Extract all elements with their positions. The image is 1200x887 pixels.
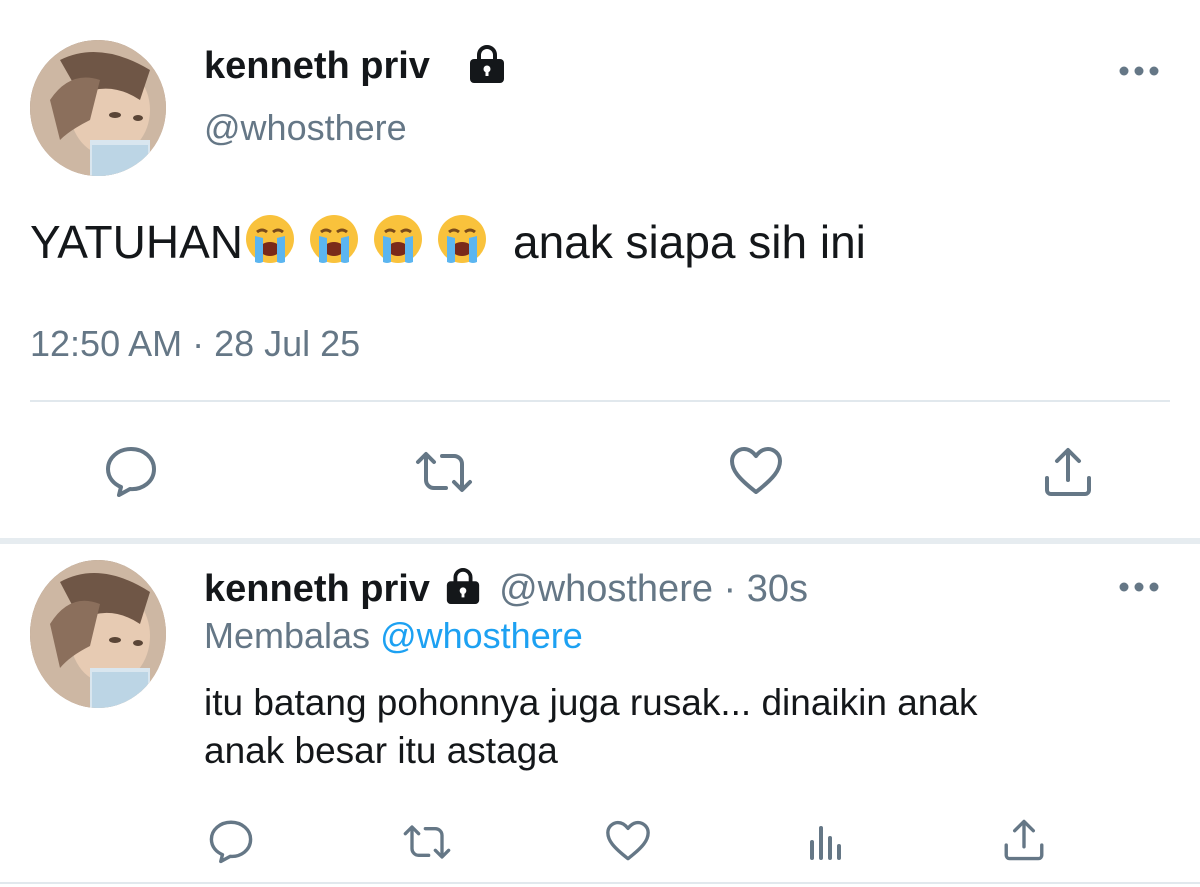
- retweet-icon[interactable]: [400, 822, 454, 862]
- tweet-text-part1: YATUHAN: [30, 216, 243, 269]
- reply-more-icon[interactable]: [1118, 580, 1160, 594]
- heart-icon[interactable]: [604, 820, 652, 862]
- lock-icon: [466, 44, 508, 84]
- avatar[interactable]: [30, 40, 166, 176]
- reply-text-line2: anak besar itu astaga: [204, 730, 558, 771]
- more-icon[interactable]: [1118, 64, 1160, 78]
- analytics-icon[interactable]: [806, 820, 846, 862]
- reply-avatar[interactable]: [30, 560, 166, 708]
- crying-emoji-icon: [243, 212, 297, 280]
- author-name[interactable]: kenneth priv: [204, 44, 430, 88]
- share-icon[interactable]: [1042, 446, 1094, 498]
- reply-author-name[interactable]: kenneth priv: [204, 568, 430, 610]
- tweet-timestamp[interactable]: 12:50 AM · 28 Jul 25: [30, 322, 360, 366]
- share-icon[interactable]: [1002, 818, 1046, 862]
- tweet-text: YATUHAN anak siapa sih ini: [30, 212, 866, 280]
- section-divider: [0, 538, 1200, 544]
- heart-icon[interactable]: [728, 446, 784, 496]
- reply-time-ago[interactable]: · 30s: [724, 568, 808, 610]
- bottom-divider: [0, 882, 1200, 884]
- avatar-photo: [30, 40, 166, 176]
- crying-emoji-icon: [435, 212, 489, 280]
- reply-icon[interactable]: [104, 444, 158, 498]
- replying-prefix: Membalas: [204, 615, 371, 656]
- divider: [30, 400, 1170, 402]
- reply-header: kenneth priv @whosthere · 30s: [204, 566, 808, 612]
- author-handle[interactable]: @whosthere: [204, 106, 407, 150]
- tweet-text-part2: anak siapa sih ini: [512, 216, 866, 269]
- lock-icon: [443, 567, 483, 605]
- reply-text-line1: itu batang pohonnya juga rusak... dinaik…: [204, 682, 978, 723]
- reply-icon[interactable]: [208, 818, 254, 864]
- retweet-icon[interactable]: [412, 448, 476, 496]
- reply-author-handle[interactable]: @whosthere: [499, 568, 713, 610]
- crying-emoji-icon: [307, 212, 361, 280]
- crying-emoji-icon: [371, 212, 425, 280]
- replying-to: Membalas @whosthere: [204, 614, 583, 658]
- replying-to-link[interactable]: @whosthere: [380, 615, 583, 656]
- reply-avatar-photo: [30, 560, 166, 708]
